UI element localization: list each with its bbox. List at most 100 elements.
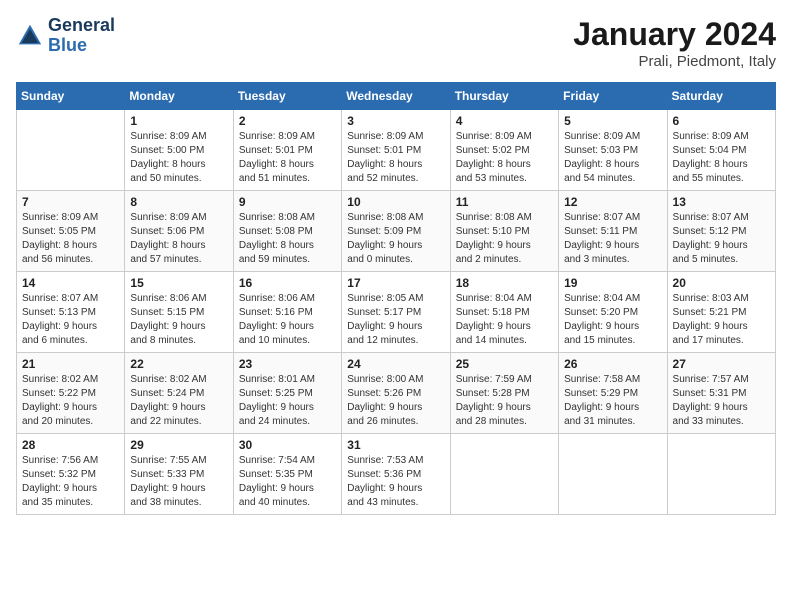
day-info: Sunrise: 7:57 AM Sunset: 5:31 PM Dayligh…	[673, 373, 770, 429]
day-info: Sunrise: 7:55 AM Sunset: 5:33 PM Dayligh…	[130, 454, 227, 510]
column-header-thursday: Thursday	[450, 83, 558, 110]
calendar-cell: 28Sunrise: 7:56 AM Sunset: 5:32 PM Dayli…	[17, 434, 125, 515]
day-number: 26	[564, 357, 661, 371]
calendar-cell: 24 Sunrise: 8:00 AM Sunset: 5:26 PM Dayli…	[342, 353, 450, 434]
day-number: 23	[239, 357, 336, 371]
day-number: 8	[130, 195, 227, 209]
day-number: 12	[564, 195, 661, 209]
day-number: 6	[673, 114, 770, 128]
calendar-cell: 8 Sunrise: 8:09 AM Sunset: 5:06 PM Daylig…	[125, 191, 233, 272]
day-number: 20	[673, 276, 770, 290]
calendar-cell: 27 Sunrise: 7:57 AM Sunset: 5:31 PM Dayli…	[667, 353, 775, 434]
calendar-cell: 19 Sunrise: 8:04 AM Sunset: 5:20 PM Dayli…	[559, 272, 667, 353]
day-info: Sunrise: 8:09 AM Sunset: 5:03 PM Dayligh…	[564, 130, 661, 186]
calendar-cell: 11 Sunrise: 8:08 AM Sunset: 5:10 PM Dayli…	[450, 191, 558, 272]
day-info: Sunrise: 8:04 AM Sunset: 5:18 PM Dayligh…	[456, 292, 553, 348]
calendar-cell: 14Sunrise: 8:07 AM Sunset: 5:13 PM Dayli…	[17, 272, 125, 353]
day-number: 4	[456, 114, 553, 128]
day-info: Sunrise: 7:58 AM Sunset: 5:29 PM Dayligh…	[564, 373, 661, 429]
day-number: 16	[239, 276, 336, 290]
subtitle: Prali, Piedmont, Italy	[573, 53, 776, 70]
day-info: Sunrise: 8:09 AM Sunset: 5:02 PM Dayligh…	[456, 130, 553, 186]
day-info: Sunrise: 7:54 AM Sunset: 5:35 PM Dayligh…	[239, 454, 336, 510]
day-number: 27	[673, 357, 770, 371]
day-number: 22	[130, 357, 227, 371]
day-number: 1	[130, 114, 227, 128]
calendar-week-1: 1 Sunrise: 8:09 AM Sunset: 5:00 PM Daylig…	[17, 110, 776, 191]
column-header-monday: Monday	[125, 83, 233, 110]
day-number: 31	[347, 438, 444, 452]
day-number: 17	[347, 276, 444, 290]
day-number: 18	[456, 276, 553, 290]
column-header-sunday: Sunday	[17, 83, 125, 110]
calendar-cell: 2Sunrise: 8:09 AM Sunset: 5:01 PM Daylig…	[233, 110, 341, 191]
day-info: Sunrise: 8:09 AM Sunset: 5:00 PM Dayligh…	[130, 130, 227, 186]
day-number: 11	[456, 195, 553, 209]
day-info: Sunrise: 8:06 AM Sunset: 5:15 PM Dayligh…	[130, 292, 227, 348]
calendar-cell	[667, 434, 775, 515]
calendar-cell: 21Sunrise: 8:02 AM Sunset: 5:22 PM Dayli…	[17, 353, 125, 434]
day-info: Sunrise: 7:53 AM Sunset: 5:36 PM Dayligh…	[347, 454, 444, 510]
day-number: 29	[130, 438, 227, 452]
day-number: 13	[673, 195, 770, 209]
day-info: Sunrise: 8:07 AM Sunset: 5:12 PM Dayligh…	[673, 211, 770, 267]
day-info: Sunrise: 8:09 AM Sunset: 5:04 PM Dayligh…	[673, 130, 770, 186]
title-block: January 2024 Prali, Piedmont, Italy	[573, 16, 776, 70]
page-header: General Blue January 2024 Prali, Piedmon…	[16, 16, 776, 70]
calendar-cell: 10Sunrise: 8:08 AM Sunset: 5:09 PM Dayli…	[342, 191, 450, 272]
day-number: 19	[564, 276, 661, 290]
calendar-header-row: SundayMondayTuesdayWednesdayThursdayFrid…	[17, 83, 776, 110]
calendar-cell: 29 Sunrise: 7:55 AM Sunset: 5:33 PM Dayli…	[125, 434, 233, 515]
calendar-cell: 9 Sunrise: 8:08 AM Sunset: 5:08 PM Daylig…	[233, 191, 341, 272]
calendar-cell: 1 Sunrise: 8:09 AM Sunset: 5:00 PM Daylig…	[125, 110, 233, 191]
day-info: Sunrise: 8:09 AM Sunset: 5:01 PM Dayligh…	[347, 130, 444, 186]
day-number: 3	[347, 114, 444, 128]
logo: General Blue	[16, 16, 115, 56]
calendar-week-5: 28Sunrise: 7:56 AM Sunset: 5:32 PM Dayli…	[17, 434, 776, 515]
day-number: 24	[347, 357, 444, 371]
day-info: Sunrise: 8:08 AM Sunset: 5:10 PM Dayligh…	[456, 211, 553, 267]
column-header-wednesday: Wednesday	[342, 83, 450, 110]
day-info: Sunrise: 8:02 AM Sunset: 5:22 PM Dayligh…	[22, 373, 119, 429]
calendar-cell: 20Sunrise: 8:03 AM Sunset: 5:21 PM Dayli…	[667, 272, 775, 353]
day-info: Sunrise: 8:01 AM Sunset: 5:25 PM Dayligh…	[239, 373, 336, 429]
day-number: 30	[239, 438, 336, 452]
day-number: 25	[456, 357, 553, 371]
main-title: January 2024	[573, 16, 776, 53]
day-info: Sunrise: 8:00 AM Sunset: 5:26 PM Dayligh…	[347, 373, 444, 429]
calendar-cell: 23 Sunrise: 8:01 AM Sunset: 5:25 PM Dayli…	[233, 353, 341, 434]
calendar-cell: 7 Sunrise: 8:09 AM Sunset: 5:05 PM Daylig…	[17, 191, 125, 272]
calendar-week-2: 7 Sunrise: 8:09 AM Sunset: 5:05 PM Daylig…	[17, 191, 776, 272]
logo-icon	[16, 22, 44, 50]
calendar-cell: 17Sunrise: 8:05 AM Sunset: 5:17 PM Dayli…	[342, 272, 450, 353]
day-number: 9	[239, 195, 336, 209]
calendar-cell	[450, 434, 558, 515]
calendar-cell	[17, 110, 125, 191]
calendar-cell: 6 Sunrise: 8:09 AM Sunset: 5:04 PM Daylig…	[667, 110, 775, 191]
day-info: Sunrise: 8:09 AM Sunset: 5:05 PM Dayligh…	[22, 211, 119, 267]
calendar-cell: 3 Sunrise: 8:09 AM Sunset: 5:01 PM Daylig…	[342, 110, 450, 191]
day-number: 7	[22, 195, 119, 209]
day-info: Sunrise: 8:04 AM Sunset: 5:20 PM Dayligh…	[564, 292, 661, 348]
column-header-tuesday: Tuesday	[233, 83, 341, 110]
day-info: Sunrise: 8:09 AM Sunset: 5:06 PM Dayligh…	[130, 211, 227, 267]
calendar-cell: 26 Sunrise: 7:58 AM Sunset: 5:29 PM Dayli…	[559, 353, 667, 434]
calendar-week-4: 21Sunrise: 8:02 AM Sunset: 5:22 PM Dayli…	[17, 353, 776, 434]
logo-general: General	[48, 16, 115, 36]
calendar-cell: 13 Sunrise: 8:07 AM Sunset: 5:12 PM Dayli…	[667, 191, 775, 272]
calendar-cell: 12 Sunrise: 8:07 AM Sunset: 5:11 PM Dayli…	[559, 191, 667, 272]
calendar-cell: 4 Sunrise: 8:09 AM Sunset: 5:02 PM Daylig…	[450, 110, 558, 191]
day-number: 10	[347, 195, 444, 209]
calendar-cell: 30 Sunrise: 7:54 AM Sunset: 5:35 PM Dayli…	[233, 434, 341, 515]
day-number: 5	[564, 114, 661, 128]
logo-blue: Blue	[48, 36, 115, 56]
calendar-cell: 15Sunrise: 8:06 AM Sunset: 5:15 PM Dayli…	[125, 272, 233, 353]
calendar-cell: 16 Sunrise: 8:06 AM Sunset: 5:16 PM Dayli…	[233, 272, 341, 353]
day-info: Sunrise: 7:56 AM Sunset: 5:32 PM Dayligh…	[22, 454, 119, 510]
day-info: Sunrise: 8:07 AM Sunset: 5:11 PM Dayligh…	[564, 211, 661, 267]
calendar-week-3: 14Sunrise: 8:07 AM Sunset: 5:13 PM Dayli…	[17, 272, 776, 353]
calendar-cell	[559, 434, 667, 515]
calendar-cell: 5 Sunrise: 8:09 AM Sunset: 5:03 PM Daylig…	[559, 110, 667, 191]
day-info: Sunrise: 8:08 AM Sunset: 5:08 PM Dayligh…	[239, 211, 336, 267]
day-info: Sunrise: 8:06 AM Sunset: 5:16 PM Dayligh…	[239, 292, 336, 348]
